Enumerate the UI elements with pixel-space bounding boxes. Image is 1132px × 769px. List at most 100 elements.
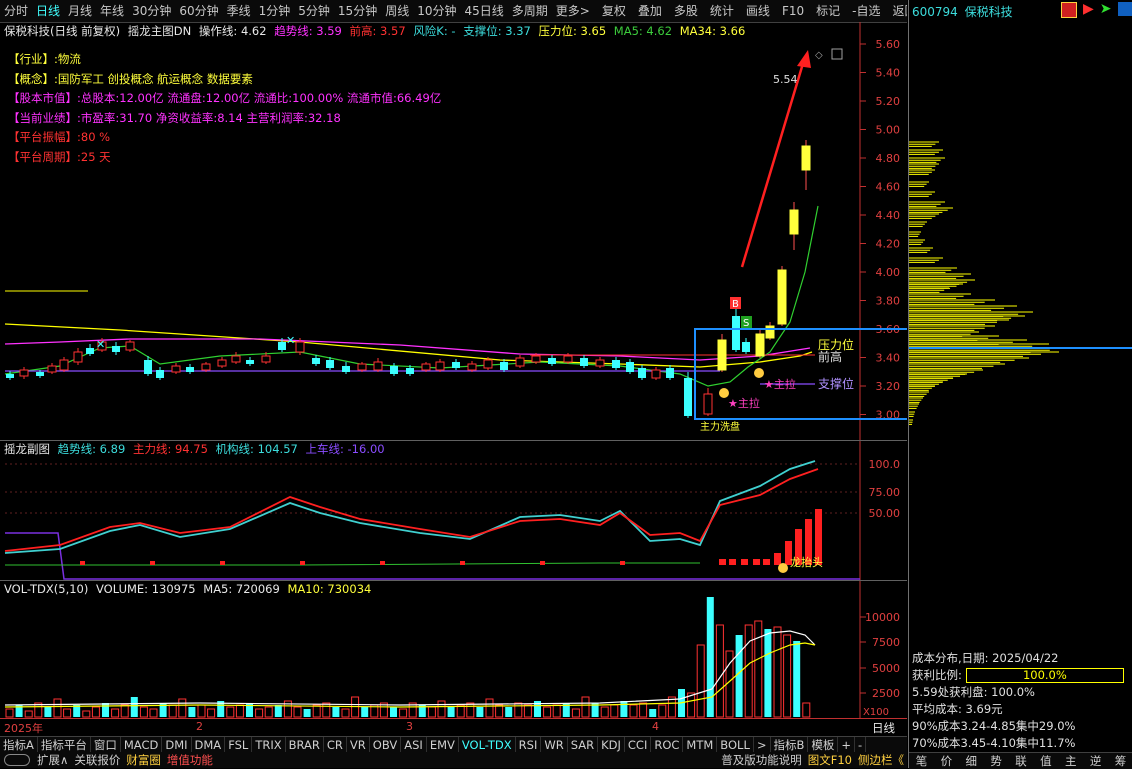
indicator-tab[interactable]: SAR bbox=[568, 737, 599, 753]
candle-body-down[interactable] bbox=[390, 366, 398, 374]
candle-body-up[interactable] bbox=[703, 393, 713, 415]
volume-bar-up[interactable] bbox=[600, 706, 609, 718]
indicator-tab[interactable]: TRIX bbox=[252, 737, 286, 753]
toolbar-button[interactable]: 画线 bbox=[742, 0, 774, 22]
volume-bar-up[interactable] bbox=[197, 704, 206, 718]
right-tab[interactable]: 逆 bbox=[1086, 753, 1105, 769]
indicator-tab[interactable]: MTM bbox=[683, 737, 718, 753]
volume-bar-down[interactable] bbox=[735, 635, 743, 717]
toolbar-button[interactable]: 统计 bbox=[706, 0, 738, 22]
flag-icon[interactable]: ▶ bbox=[1083, 2, 1094, 18]
candle-body-up[interactable] bbox=[595, 359, 605, 367]
candle-body-up[interactable] bbox=[651, 369, 661, 379]
candle-body-up[interactable] bbox=[467, 363, 477, 371]
candle-body-up[interactable] bbox=[801, 145, 811, 171]
f10-doc-icon[interactable] bbox=[1061, 2, 1077, 18]
candle-body-up[interactable] bbox=[717, 339, 727, 371]
bottom-link[interactable]: 普及版功能说明 bbox=[718, 752, 805, 768]
candle-body-up[interactable] bbox=[789, 209, 799, 235]
candle-body-down[interactable] bbox=[612, 360, 620, 368]
right-tab[interactable]: 笔 bbox=[912, 753, 931, 769]
volume-bar-up[interactable] bbox=[639, 702, 648, 718]
candle-body-down[interactable] bbox=[666, 368, 674, 378]
volume-bar-down[interactable] bbox=[361, 707, 369, 717]
indicator-tab[interactable]: WR bbox=[541, 737, 568, 753]
volume-bar-down[interactable] bbox=[188, 707, 196, 717]
candle-body-down[interactable] bbox=[326, 360, 334, 368]
volume-bar-up[interactable] bbox=[322, 702, 331, 718]
volume-bar-up[interactable] bbox=[139, 706, 148, 718]
candle-body-up[interactable] bbox=[295, 341, 305, 353]
volume-bar-up[interactable] bbox=[543, 706, 552, 718]
right-tab[interactable]: 价 bbox=[937, 753, 956, 769]
volume-bar-up[interactable] bbox=[312, 704, 321, 718]
candle-body-down[interactable] bbox=[684, 378, 692, 416]
volume-bar-up[interactable] bbox=[466, 702, 475, 718]
indicator-tab[interactable]: > bbox=[754, 737, 771, 753]
period-tab[interactable]: 多周期 bbox=[508, 0, 552, 22]
volume-bar-down[interactable] bbox=[706, 597, 714, 717]
volume-bar-up[interactable] bbox=[207, 708, 216, 718]
toolbar-button[interactable]: 标记 bbox=[812, 0, 844, 22]
volume-bar-up[interactable] bbox=[571, 708, 580, 718]
volume-bar-up[interactable] bbox=[63, 708, 72, 718]
candle-body-up[interactable] bbox=[217, 359, 227, 367]
oscillator-svg[interactable]: 100.0 75.00 50.00 龙抬头 bbox=[0, 441, 907, 581]
extension-tab[interactable]: 扩展∧ bbox=[34, 752, 71, 768]
period-tab[interactable]: 月线 bbox=[64, 0, 96, 22]
candle-body-up[interactable] bbox=[755, 333, 765, 357]
indicator-tab[interactable]: MACD bbox=[121, 737, 163, 753]
volume-bar-up[interactable] bbox=[495, 704, 504, 718]
indicator-tab[interactable]: ASI bbox=[401, 737, 427, 753]
volume-bar-down[interactable] bbox=[649, 709, 657, 717]
candle-body-down[interactable] bbox=[500, 362, 508, 370]
candle-body-up[interactable] bbox=[125, 341, 135, 351]
period-tab[interactable]: 日线 bbox=[32, 0, 64, 22]
volume-bar-up[interactable] bbox=[91, 706, 100, 718]
volume-bar-up[interactable] bbox=[437, 700, 446, 718]
volume-bar-up[interactable] bbox=[658, 704, 667, 718]
candle-body-up[interactable] bbox=[59, 359, 69, 371]
volume-bar-up[interactable] bbox=[514, 702, 523, 718]
right-tab[interactable]: 细 bbox=[962, 753, 981, 769]
volume-bar-up[interactable] bbox=[802, 702, 811, 718]
volume-bar-up[interactable] bbox=[610, 704, 619, 718]
indicator-tab[interactable]: 指标平台 bbox=[38, 737, 91, 753]
volume-bar-down[interactable] bbox=[390, 707, 397, 717]
candle-body-up[interactable] bbox=[231, 355, 241, 363]
volume-bar-up[interactable] bbox=[341, 708, 350, 718]
toolbar-button[interactable]: 多股 bbox=[670, 0, 702, 22]
volume-bar-up[interactable] bbox=[293, 706, 302, 718]
indicator-tab[interactable]: KDJ bbox=[598, 737, 625, 753]
volume-bar-up[interactable] bbox=[744, 624, 753, 718]
volume-bar-down[interactable] bbox=[764, 629, 772, 717]
bottom-link[interactable]: 图文F10 bbox=[805, 752, 855, 768]
right-tab[interactable]: 主 bbox=[1061, 753, 1080, 769]
volume-bar-up[interactable] bbox=[53, 698, 62, 718]
volume-bar-up[interactable] bbox=[523, 704, 532, 718]
candle-body-up[interactable] bbox=[421, 363, 431, 371]
candle-body-up[interactable] bbox=[171, 365, 181, 373]
candle-body-down[interactable] bbox=[312, 358, 320, 364]
indicator-tab[interactable]: DMI bbox=[162, 737, 192, 753]
candle-body-up[interactable] bbox=[261, 355, 271, 363]
volume-bar-up[interactable] bbox=[255, 708, 264, 718]
candle-body-down[interactable] bbox=[186, 367, 194, 372]
indicator-tab[interactable]: - bbox=[855, 737, 867, 753]
period-tab[interactable]: 45日线 bbox=[461, 0, 508, 22]
candle-body-up[interactable] bbox=[47, 365, 57, 373]
right-tab[interactable]: 值 bbox=[1036, 753, 1055, 769]
volume-bar-down[interactable] bbox=[274, 705, 282, 717]
candle-body-down[interactable] bbox=[548, 358, 556, 364]
volume-bar-down[interactable] bbox=[303, 709, 311, 717]
indicator-tab[interactable]: 模板 bbox=[808, 737, 839, 753]
indicator-tab[interactable]: VOL-TDX bbox=[459, 737, 516, 753]
indicator-tab[interactable]: CR bbox=[324, 737, 347, 753]
period-tab[interactable]: 60分钟 bbox=[175, 0, 222, 22]
candle-body-up[interactable] bbox=[765, 325, 775, 339]
volume-bar-down[interactable] bbox=[620, 701, 628, 717]
volume-svg[interactable]: 10000 7500 5000 2500 X100 bbox=[0, 581, 907, 719]
indicator-tab[interactable]: VR bbox=[347, 737, 370, 753]
candle-body-down[interactable] bbox=[156, 370, 164, 378]
right-tab[interactable]: 筹 bbox=[1111, 753, 1130, 769]
